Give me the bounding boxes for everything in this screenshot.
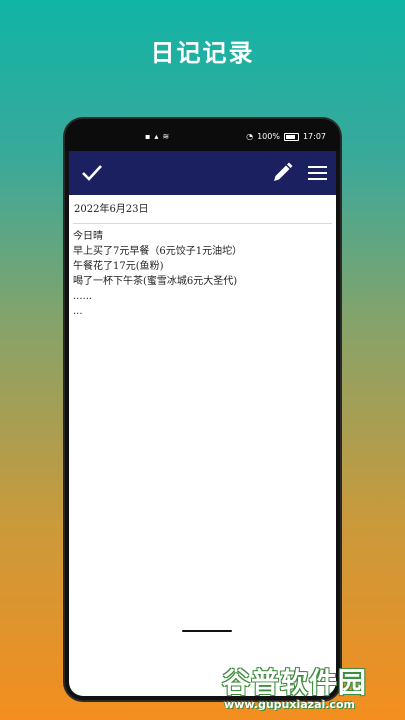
menu-button[interactable] xyxy=(305,160,331,186)
menu-icon xyxy=(308,166,327,180)
check-icon xyxy=(82,165,102,181)
diary-line: 午餐花了17元(鱼粉) xyxy=(73,261,164,272)
sim-icon: ▪ xyxy=(145,132,151,141)
status-time: 17:07 xyxy=(302,132,326,141)
diary-line: ...... xyxy=(73,291,93,302)
mute-icon: ◔ xyxy=(246,132,254,141)
diary-text[interactable]: 今日晴 早上买了7元早餐（6元饺子1元油坨） 午餐花了17元(鱼粉) 喝了一杯下… xyxy=(73,229,332,319)
diary-line: ... xyxy=(73,306,83,317)
watermark: 谷普软件园 www.gupuxiazai.com xyxy=(222,659,402,717)
promo-title: 日记记录 xyxy=(150,39,255,67)
battery-icon xyxy=(283,132,299,141)
watermark-url: www.gupuxiazai.com xyxy=(224,698,355,711)
app-toolbar xyxy=(69,151,336,195)
wifi-icon: ≋ xyxy=(162,132,170,141)
watermark-logo: 谷普软件园 xyxy=(222,666,368,699)
home-indicator[interactable] xyxy=(182,630,232,632)
phone-frame: ▪ ▴ ≋ ◔ 100% 17:07 2022年6月23日 今日晴 早上买了7元… xyxy=(65,119,340,700)
signal-icon: ▴ xyxy=(154,132,159,141)
diary-editor[interactable]: 2022年6月23日 今日晴 早上买了7元早餐（6元饺子1元油坨） 午餐花了17… xyxy=(69,195,336,696)
diary-line: 今日晴 xyxy=(73,231,103,242)
edit-button[interactable] xyxy=(269,160,295,186)
diary-line: 早上买了7元早餐（6元饺子1元油坨） xyxy=(73,246,243,257)
battery-text: 100% xyxy=(257,132,280,141)
entry-date: 2022年6月23日 xyxy=(73,203,332,224)
pencil-icon xyxy=(274,162,293,181)
status-bar: ▪ ▴ ≋ ◔ 100% 17:07 xyxy=(65,119,340,151)
confirm-button[interactable] xyxy=(79,160,105,186)
status-icons-right: ◔ 100% 17:07 xyxy=(246,132,326,141)
status-icons-left: ▪ ▴ ≋ xyxy=(145,132,169,141)
diary-line: 喝了一杯下午茶(蜜雪冰城6元大圣代) xyxy=(73,276,238,287)
